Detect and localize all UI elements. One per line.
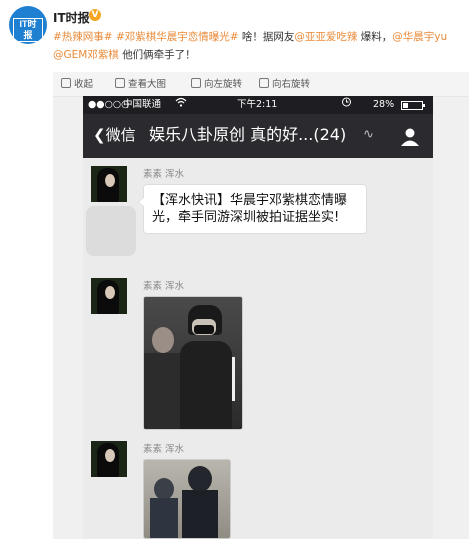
photo-message[interactable] — [143, 459, 231, 539]
sender-name: 素素 浑水 — [143, 444, 185, 455]
rotate-left-label: 向左旋转 — [204, 79, 243, 90]
mention-link[interactable]: @GEM邓紫棋 — [53, 49, 119, 61]
chat-nav-bar: ❮微信 娱乐八卦原创 真的好...(24) ∿ — [83, 114, 433, 158]
back-label: 微信 — [105, 126, 136, 144]
post-text-segment: 他们俩牵手了！ — [122, 49, 196, 61]
author-name[interactable]: IT时报 — [53, 9, 90, 26]
battery-icon — [401, 101, 425, 110]
verified-badge-icon: V — [89, 9, 101, 21]
back-button[interactable]: ❮微信 — [93, 125, 136, 145]
collapse-button[interactable]: 收起 — [61, 78, 93, 91]
earpiece-icon: ∿ — [363, 127, 374, 142]
weibo-post: IT时报 IT时报 V #热辣网事# #邓紫棋华晨宇恋情曝光# 啥！据网友@亚亚… — [0, 0, 474, 539]
post-text: #热辣网事# #邓紫棋华晨宇恋情曝光# 啥！据网友@亚亚爱吃辣 爆料，@华晨宇y… — [53, 28, 469, 64]
collapse-label: 收起 — [74, 79, 94, 90]
carrier-name: 中国联通 — [123, 99, 162, 110]
rotate-right-button[interactable]: 向右旋转 — [259, 78, 310, 91]
chevron-left-icon: ❮ — [93, 126, 106, 144]
battery-fill — [403, 103, 408, 108]
chat-title: 娱乐八卦原创 真的好...(24) — [149, 125, 347, 144]
group-info-icon[interactable] — [399, 126, 421, 148]
view-large-label: 查看大图 — [128, 79, 167, 90]
rotate-right-icon — [259, 78, 269, 88]
sender-avatar[interactable] — [91, 441, 127, 477]
zoom-icon — [115, 78, 125, 88]
sender-name: 素素 浑水 — [143, 281, 185, 292]
avatar-placeholder — [86, 206, 136, 256]
rotate-left-button[interactable]: 向左旋转 — [191, 78, 242, 91]
image-viewer: 收起 查看大图 向左旋转 向右旋转 ●●○○○ 中国联通 下午2:11 28% … — [53, 72, 469, 539]
post-text-segment: 爆料， — [360, 31, 393, 43]
hashtag-link[interactable]: #邓紫棋华晨宇恋情曝光# — [116, 31, 239, 43]
photo-message[interactable] — [143, 296, 243, 430]
collapse-icon — [61, 78, 71, 88]
mention-link[interactable]: @华晨宇yu — [392, 31, 447, 43]
author-avatar[interactable]: IT时报 — [9, 6, 47, 44]
status-time: 下午2:11 — [237, 99, 278, 110]
wifi-icon — [175, 96, 187, 114]
phone-status-bar: ●●○○○ 中国联通 下午2:11 28% — [83, 96, 433, 114]
post-text-segment: 啥！据网友 — [241, 31, 295, 43]
sender-avatar[interactable] — [91, 166, 127, 202]
mention-link[interactable]: @亚亚爱吃辣 — [294, 31, 357, 43]
sender-avatar[interactable] — [91, 278, 127, 314]
sender-name: 素素 浑水 — [143, 169, 185, 180]
hashtag-link[interactable]: #热辣网事# — [53, 31, 113, 43]
rotate-right-label: 向右旋转 — [272, 79, 311, 90]
chat-screenshot: ●●○○○ 中国联通 下午2:11 28% ❮微信 娱乐八卦原创 真的好...(… — [83, 96, 433, 539]
battery-percent: 28% — [373, 99, 395, 110]
alarm-icon — [341, 96, 352, 114]
it-times-logo: IT时报 — [13, 18, 43, 42]
view-large-button[interactable]: 查看大图 — [115, 78, 166, 91]
image-toolbar: 收起 查看大图 向左旋转 向右旋转 — [53, 72, 469, 97]
rotate-left-icon — [191, 78, 201, 88]
message-bubble[interactable]: 【浑水快讯】华晨宇邓紫棋恋情曝光，牵手同游深圳被拍证据坐实! — [138, 184, 367, 234]
